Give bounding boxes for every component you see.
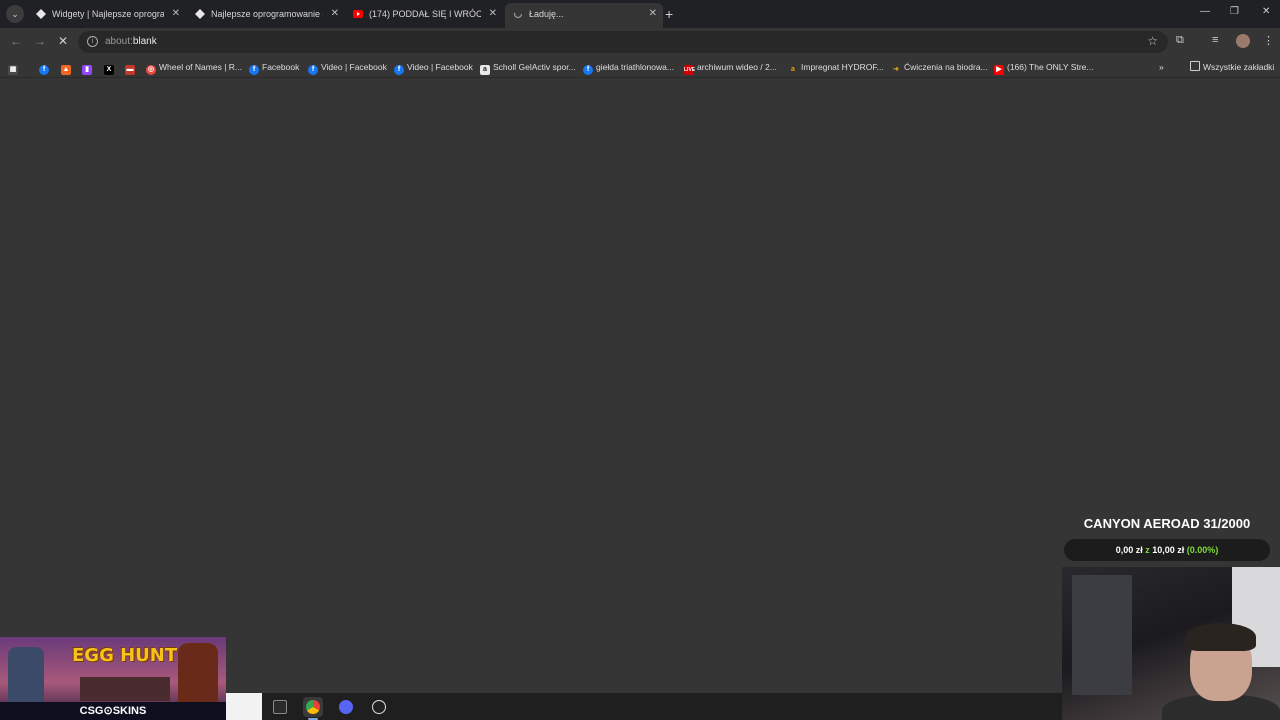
address-url[interactable]: about:blank <box>105 36 157 47</box>
discord-icon[interactable] <box>336 697 356 717</box>
taskbar <box>226 693 1062 720</box>
streamer-hair <box>1186 623 1256 651</box>
profile-avatar[interactable] <box>1236 34 1250 48</box>
bookmark-cwiczenia[interactable]: ➜ Ćwiczenia na biodra... <box>891 60 988 74</box>
taskbar-search-box[interactable] <box>226 693 262 720</box>
goal-current: 0,00 zł <box>1115 545 1143 555</box>
allegro-icon: a <box>791 66 795 73</box>
goal-percent: (0.00%) <box>1186 545 1219 555</box>
goal-target: 10,00 zł <box>1152 545 1185 555</box>
tab-close-icon[interactable]: ✕ <box>172 3 180 25</box>
tab-loading[interactable]: Ładuję... ✕ <box>505 3 663 28</box>
site-favicon-icon <box>195 9 205 19</box>
bookmark-facebook[interactable]: f Facebook <box>249 60 299 75</box>
tab-close-icon[interactable]: ✕ <box>489 3 497 25</box>
apps-grid-icon[interactable]: ▦ <box>8 60 21 75</box>
orange-site-icon[interactable]: ▲ <box>61 60 74 75</box>
promo-character-left <box>8 647 44 703</box>
tab-youtube[interactable]: (174) PODDAŁ SIĘ I WRÓCIŁ DO ✕ <box>345 3 503 25</box>
new-tab-plus-icon[interactable]: + <box>665 5 673 23</box>
address-bar[interactable]: i about:blank ☆ <box>78 31 1168 53</box>
tab-title: Ładuję... <box>529 9 564 19</box>
window-close-icon[interactable]: ✕ <box>1262 6 1270 17</box>
arrow-icon: ➜ <box>893 66 899 73</box>
bookmark-star-icon[interactable]: ☆ <box>1147 34 1158 48</box>
youtube-icon <box>353 10 363 18</box>
red-site-icon[interactable]: ▬ <box>125 60 138 75</box>
facebook-icon[interactable]: f <box>39 60 52 75</box>
bookmark-gielda[interactable]: f giełda triathlonowa... <box>583 60 674 75</box>
extensions-puzzle-icon[interactable]: ⧉ <box>1176 34 1184 47</box>
facebook-icon: f <box>308 65 318 75</box>
stop-loading-icon[interactable]: ✕ <box>58 34 68 48</box>
wheel-icon: ◎ <box>146 65 156 75</box>
live-icon: LIVE <box>684 65 696 75</box>
tab-title: (174) PODDAŁ SIĘ I WRÓCIŁ DO <box>369 9 481 19</box>
browser-toolbar: ← → ✕ i about:blank ☆ ⧉ ≡ ⋮ <box>0 28 1280 56</box>
tab-close-icon[interactable]: ✕ <box>649 3 657 25</box>
webcam-feed <box>1062 567 1280 720</box>
facebook-icon: f <box>394 65 404 75</box>
bookmarks-bar: ▦ f ▲ ▮ X ▬ ◎ Wheel of Names | R... f Face… <box>0 56 1280 78</box>
bookmark-only-stre[interactable]: ▶ (166) The ONLY Stre... <box>994 60 1093 75</box>
background-door <box>1072 575 1132 695</box>
bookmark-wheel-of-names[interactable]: ◎ Wheel of Names | R... <box>146 60 242 75</box>
bookmark-video-facebook-1[interactable]: f Video | Facebook <box>308 60 387 75</box>
bookmark-archiwum[interactable]: LIVE archiwum wideo / 2... <box>684 60 777 75</box>
site-info-icon[interactable]: i <box>87 36 98 47</box>
site-favicon-icon <box>36 9 46 19</box>
chrome-icon[interactable] <box>303 697 323 720</box>
tab-widgety[interactable]: Widgety | Najlepsze oprogramo ✕ <box>28 3 186 25</box>
back-arrow-icon[interactable]: ← <box>10 34 22 48</box>
goal-title: CANYON AEROAD 31/2000 <box>1083 516 1251 531</box>
promo-brand: CSG⊙SKINS <box>0 702 226 720</box>
goal-separator: z <box>1145 545 1150 555</box>
all-bookmarks-folder[interactable]: Wszystkie zakładki <box>1190 60 1274 74</box>
bookmark-impregnat[interactable]: a Impregnat HYDROF... <box>788 60 884 74</box>
youtube-icon: ▶ <box>994 65 1004 75</box>
x-twitter-icon[interactable]: X <box>104 60 117 75</box>
obs-icon[interactable] <box>369 697 389 717</box>
more-bookmarks-chevron-icon[interactable]: » <box>1159 60 1164 74</box>
browser-menu-icon[interactable]: ⋮ <box>1263 34 1274 47</box>
restore-icon[interactable]: ❐ <box>1230 6 1239 17</box>
goal-progress: 0,00 zł z 10,00 zł (0.00%) <box>1064 539 1270 561</box>
tab-title: Widgety | Najlepsze oprogramo <box>52 9 164 19</box>
forward-arrow-icon[interactable]: → <box>34 34 46 48</box>
facebook-icon: f <box>583 65 593 75</box>
twitch-icon[interactable]: ▮ <box>82 60 95 75</box>
tab-strip: ⌄ Widgety | Najlepsze oprogramo ✕ Najlep… <box>0 0 1280 28</box>
tab-close-icon[interactable]: ✕ <box>331 3 339 25</box>
promo-character-right <box>178 643 218 703</box>
bookmark-video-facebook-2[interactable]: f Video | Facebook <box>394 60 473 75</box>
terminal-icon[interactable] <box>270 697 290 717</box>
promo-banner: EGG HUNT CSG⊙SKINS <box>0 637 226 720</box>
loading-spinner-icon <box>513 9 523 19</box>
promo-title: EGG HUNT <box>72 645 178 666</box>
facebook-icon: f <box>249 65 259 75</box>
tab-search-dropdown-icon[interactable]: ⌄ <box>6 5 24 23</box>
tab-title: Najlepsze oprogramowanie do <box>211 9 323 19</box>
media-controls-icon[interactable]: ≡ <box>1212 34 1218 46</box>
minimize-icon[interactable]: — <box>1200 6 1210 17</box>
bookmark-scholl[interactable]: a Scholl GelActiv spor... <box>480 60 576 75</box>
promo-table <box>80 677 170 701</box>
tab-najlepsze[interactable]: Najlepsze oprogramowanie do ✕ <box>187 3 345 25</box>
amazon-icon: a <box>480 65 490 75</box>
folder-icon <box>1190 61 1200 71</box>
